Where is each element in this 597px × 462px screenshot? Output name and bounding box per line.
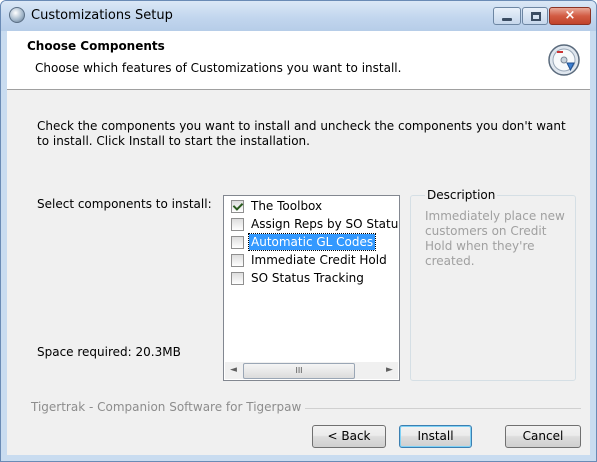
close-button[interactable]: × [549,7,591,25]
page-title: Choose Components [27,39,165,53]
page-subtitle: Choose which features of Customizations … [35,61,402,75]
component-label: Automatic GL Codes [247,233,377,251]
select-components-label: Select components to install: [37,197,212,211]
component-checkbox[interactable] [231,200,244,213]
maximize-button[interactable] [522,7,548,25]
component-label: The Toolbox [251,199,323,213]
components-list[interactable]: The Toolbox Assign Reps by SO Status Aut… [223,195,400,381]
cancel-button[interactable]: Cancel [505,425,581,448]
scrollbar-thumb[interactable]: III [243,363,355,379]
scroll-left-icon[interactable]: ◄ [225,362,242,379]
close-icon: × [564,8,576,23]
description-text: Immediately place new customers on Credi… [425,209,565,268]
component-checkbox[interactable] [231,272,244,285]
scroll-right-icon[interactable]: ► [381,362,398,379]
component-checkbox[interactable] [231,254,244,267]
title-bar[interactable]: Customizations Setup × [1,1,596,31]
intro-text: Check the components you want to install… [37,119,566,148]
space-required-label: Space required: 20.3MB [37,345,181,359]
minimize-icon [502,18,512,21]
maximize-icon [531,12,541,21]
app-icon [9,7,25,23]
dialog-client: Choose Components Choose which features … [7,31,590,455]
window-title: Customizations Setup [31,8,173,23]
setup-window: Customizations Setup × Choose Components… [0,0,597,462]
component-label: Immediate Credit Hold [251,253,387,267]
wizard-header: Choose Components Choose which features … [7,31,590,90]
minimize-button[interactable] [493,7,521,25]
branding-text: Tigertrak - Companion Software for Tiger… [31,400,306,414]
back-button[interactable]: < Back [312,425,386,448]
install-button[interactable]: Install [399,425,472,448]
component-label: SO Status Tracking [251,271,364,285]
component-checkbox[interactable] [231,218,244,231]
installer-disc-icon [548,44,580,76]
component-label: Assign Reps by SO Status [251,217,400,231]
description-legend: Description [425,188,498,202]
horizontal-scrollbar[interactable]: ◄ III ► [225,362,398,379]
component-checkbox[interactable] [231,236,244,249]
